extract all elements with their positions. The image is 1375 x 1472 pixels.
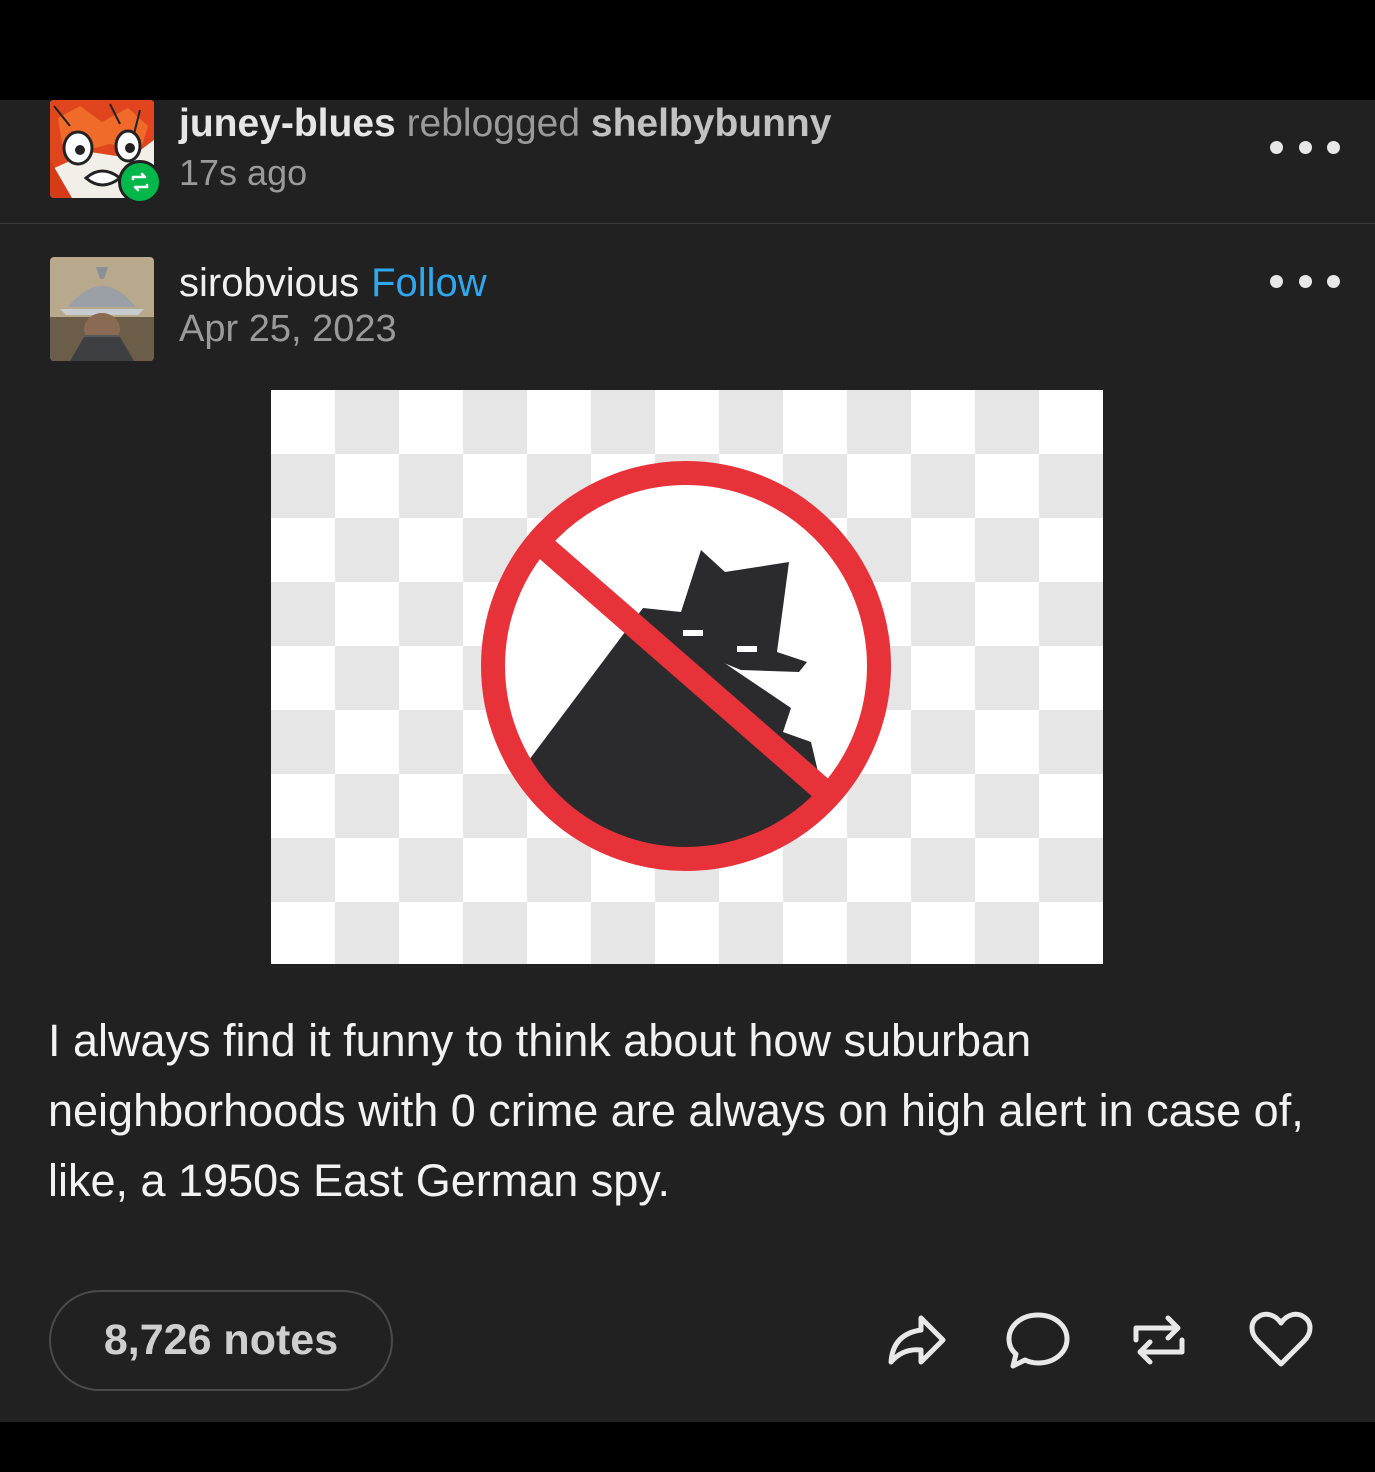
reply-button[interactable] (1003, 1305, 1073, 1375)
like-button[interactable] (1246, 1305, 1316, 1375)
author-avatar[interactable] (50, 257, 154, 361)
reblog-button[interactable] (1124, 1305, 1194, 1375)
post-image[interactable] (271, 390, 1103, 964)
reblog-header: juney-blues reblogged shelbybunny 17s ag… (0, 100, 1375, 224)
reblog-line: juney-blues reblogged shelbybunny (179, 101, 831, 147)
reblog-time: 17s ago (179, 152, 308, 193)
post-more-button[interactable] (1270, 266, 1340, 296)
more-icon (1270, 140, 1283, 154)
reblog-more-button[interactable] (1270, 132, 1340, 162)
reblog-badge-icon (118, 160, 162, 204)
post-card: juney-blues reblogged shelbybunny 17s ag… (0, 100, 1375, 1422)
reply-icon (1006, 1312, 1070, 1369)
reblogger-name[interactable]: juney-blues (179, 102, 396, 145)
author-line: sirobvious Follow (179, 259, 487, 307)
author-name[interactable]: sirobvious (179, 261, 359, 305)
top-bar (0, 0, 1375, 100)
notes-button[interactable]: 8,726 notes (49, 1290, 393, 1391)
reblog-icon (1133, 1315, 1185, 1365)
share-icon (888, 1315, 946, 1365)
more-icon (1270, 274, 1283, 288)
heart-icon (1249, 1311, 1313, 1367)
share-button[interactable] (882, 1305, 952, 1375)
reblog-verb: reblogged (406, 102, 581, 145)
reblog-source-name[interactable]: shelbybunny (591, 102, 832, 145)
post-body: I always find it funny to think about ho… (48, 1015, 1304, 1206)
follow-button[interactable]: Follow (371, 261, 487, 305)
post-date: Apr 25, 2023 (179, 308, 397, 350)
bottom-bar (0, 1422, 1375, 1472)
